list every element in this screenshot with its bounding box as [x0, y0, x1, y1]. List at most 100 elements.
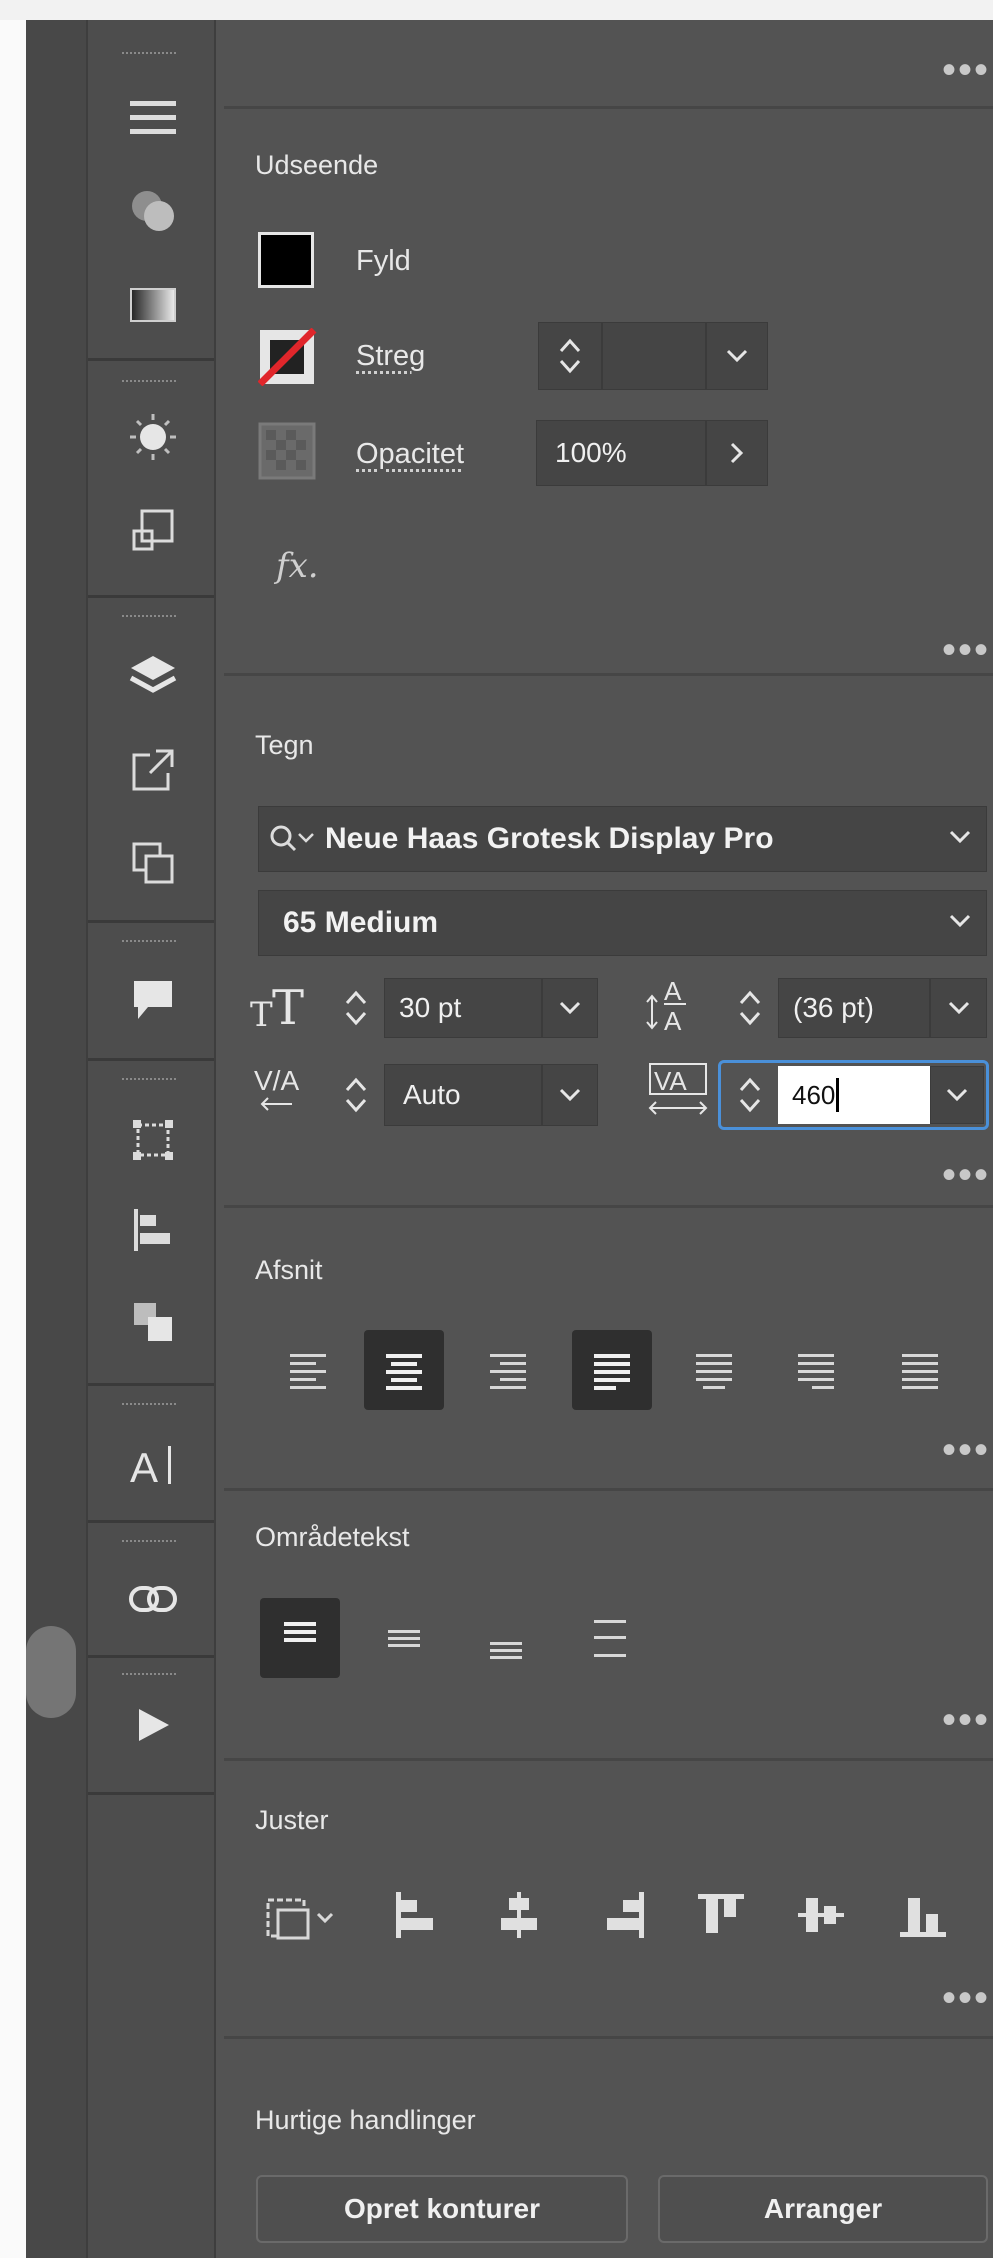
- appearance-sun-icon[interactable]: [128, 412, 178, 462]
- leading-stepper[interactable]: [724, 978, 776, 1038]
- align-panel-icon[interactable]: [128, 1205, 178, 1255]
- font-size-dropdown[interactable]: [542, 978, 598, 1038]
- align-top-edges-icon[interactable]: [696, 1890, 746, 1940]
- area-align-bottom-button[interactable]: [466, 1598, 546, 1678]
- appearance-section-title: Udseende: [255, 150, 379, 180]
- scrollbar-thumb[interactable]: [26, 1626, 76, 1718]
- comments-icon[interactable]: [128, 975, 178, 1025]
- fx-effects-button[interactable]: fx.: [276, 546, 319, 586]
- opacity-checker-icon[interactable]: [258, 422, 316, 480]
- area-align-center-button[interactable]: [364, 1598, 444, 1678]
- section-divider: [224, 1205, 993, 1208]
- area-align-justify-button[interactable]: [570, 1598, 650, 1678]
- group-grip[interactable]: [122, 1540, 178, 1542]
- opacity-slider-button[interactable]: [706, 420, 768, 486]
- window-top-edge: [0, 0, 993, 20]
- justify-left-button[interactable]: [572, 1330, 652, 1410]
- group-grip[interactable]: [122, 615, 178, 617]
- align-section-title: Juster: [255, 1805, 329, 1835]
- align-left-button[interactable]: [268, 1330, 348, 1410]
- stroke-weight-field[interactable]: [602, 322, 706, 390]
- group-grip[interactable]: [122, 52, 178, 54]
- tracking-stepper[interactable]: [724, 1066, 776, 1124]
- character-styles-icon[interactable]: A: [128, 1440, 178, 1490]
- align-horizontal-centers-icon[interactable]: [494, 1890, 544, 1940]
- tracking-dropdown[interactable]: [930, 1066, 984, 1124]
- more-options-button[interactable]: •••: [942, 50, 990, 90]
- area-type-more-button[interactable]: •••: [942, 1700, 990, 1740]
- fill-swatch[interactable]: [258, 232, 314, 288]
- align-right-edges-icon[interactable]: [598, 1890, 648, 1940]
- arrange-button[interactable]: Arranger: [658, 2175, 988, 2243]
- layers-icon[interactable]: [128, 652, 178, 702]
- section-divider: [224, 1488, 993, 1491]
- justify-center-button[interactable]: [674, 1330, 754, 1410]
- group-grip[interactable]: [122, 1403, 178, 1405]
- kerning-icon: V/A: [252, 1060, 316, 1120]
- leading-field[interactable]: (36 pt): [778, 978, 930, 1038]
- pathfinder-shapes-icon[interactable]: [128, 1297, 178, 1347]
- appearance-more-button[interactable]: •••: [942, 630, 990, 670]
- justify-all-button[interactable]: [880, 1330, 960, 1410]
- align-center-button[interactable]: [364, 1330, 444, 1410]
- svg-text:T: T: [272, 980, 304, 1034]
- stroke-label[interactable]: Streg: [356, 340, 425, 373]
- character-more-button[interactable]: •••: [942, 1155, 990, 1195]
- stroke-weight-stepper[interactable]: [538, 322, 602, 390]
- links-icon[interactable]: [128, 1575, 178, 1625]
- leading-icon: AA: [642, 970, 704, 1036]
- stroke-weight-dropdown[interactable]: [706, 322, 768, 390]
- window-left-edge: [0, 20, 26, 2258]
- quick-actions-section-title: Hurtige handlinger: [255, 2105, 476, 2135]
- group-grip[interactable]: [122, 1078, 178, 1080]
- justify-right-button[interactable]: [776, 1330, 856, 1410]
- properties-icon[interactable]: [128, 92, 178, 142]
- toolbar-divider: [88, 1383, 214, 1386]
- area-align-top-button[interactable]: [260, 1598, 340, 1678]
- artboard-tool-icon[interactable]: [128, 1115, 178, 1165]
- leading-dropdown[interactable]: [930, 978, 987, 1038]
- align-vertical-centers-icon[interactable]: [796, 1890, 846, 1940]
- group-grip[interactable]: [122, 940, 178, 942]
- tracking-field[interactable]: 460: [778, 1066, 930, 1124]
- kerning-field[interactable]: Auto: [384, 1064, 542, 1126]
- svg-text:V/A: V/A: [254, 1065, 299, 1096]
- gradient-icon[interactable]: [128, 280, 178, 330]
- section-divider: [224, 106, 993, 109]
- tracking-icon: VA: [646, 1060, 712, 1120]
- stroke-swatch[interactable]: [258, 328, 318, 386]
- align-more-button[interactable]: •••: [942, 1978, 990, 2018]
- transform-icon[interactable]: [128, 505, 178, 555]
- chevron-down-icon: [948, 829, 972, 845]
- play-actions-icon[interactable]: [128, 1700, 178, 1750]
- group-grip[interactable]: [122, 380, 178, 382]
- pathfinder-icon[interactable]: [128, 185, 178, 235]
- kerning-stepper[interactable]: [330, 1064, 382, 1126]
- opacity-label[interactable]: Opacitet: [356, 438, 464, 471]
- tracking-value: 460: [792, 1079, 836, 1110]
- artboards-icon[interactable]: [128, 838, 178, 888]
- paragraph-section-title: Afsnit: [255, 1255, 323, 1285]
- opacity-field[interactable]: 100%: [536, 420, 706, 486]
- kerning-dropdown[interactable]: [542, 1064, 598, 1126]
- align-left-edges-icon[interactable]: [392, 1890, 442, 1940]
- create-outlines-button[interactable]: Opret konturer: [256, 2175, 628, 2243]
- export-icon[interactable]: [128, 745, 178, 795]
- font-style-dropdown[interactable]: 65 Medium: [258, 890, 987, 956]
- font-size-field[interactable]: 30 pt: [384, 978, 542, 1038]
- group-grip[interactable]: [122, 1673, 178, 1675]
- dock-strip: [26, 20, 86, 2258]
- font-family-dropdown[interactable]: Neue Haas Grotesk Display Pro: [258, 806, 987, 872]
- character-section-title: Tegn: [255, 730, 314, 760]
- toolbar-divider: [88, 358, 214, 361]
- toolbar-divider: [88, 1058, 214, 1061]
- font-size-icon: TT: [250, 978, 320, 1034]
- align-to-dropdown[interactable]: [262, 1892, 346, 1942]
- area-type-section-title: Områdetekst: [255, 1522, 410, 1552]
- font-size-stepper[interactable]: [330, 978, 382, 1038]
- paragraph-more-button[interactable]: •••: [942, 1430, 990, 1470]
- align-bottom-edges-icon[interactable]: [898, 1890, 948, 1940]
- svg-text:A: A: [664, 1006, 682, 1036]
- text-cursor: [836, 1078, 840, 1112]
- align-right-button[interactable]: [468, 1330, 548, 1410]
